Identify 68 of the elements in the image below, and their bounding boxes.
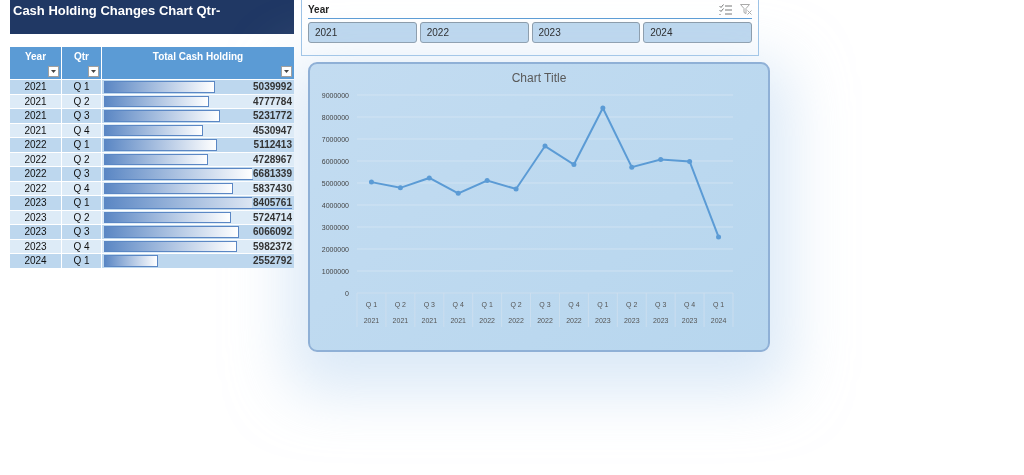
slicer-title: Year bbox=[308, 4, 330, 15]
table-cell: Q 2 bbox=[62, 210, 101, 224]
caret-icon bbox=[91, 70, 96, 73]
data-point bbox=[397, 185, 403, 191]
slicer-item[interactable]: 2022 bbox=[419, 22, 529, 43]
column-header: Year bbox=[10, 47, 61, 79]
table-cell: 2021 bbox=[10, 94, 61, 108]
filter-dropdown-button[interactable] bbox=[88, 66, 99, 77]
table-cell: Q 1 bbox=[62, 138, 101, 152]
data-point bbox=[571, 162, 577, 167]
table-cell: Q 3 bbox=[62, 109, 101, 123]
data-point bbox=[368, 179, 374, 185]
table-cell: 2023 bbox=[10, 239, 61, 253]
column-header: Total Cash Holding bbox=[102, 47, 294, 79]
table-cell: 5982372 bbox=[102, 239, 294, 253]
table-cell: 2021 bbox=[10, 109, 61, 123]
table-cell: Q 2 bbox=[62, 152, 101, 166]
slicer-item[interactable]: 2021 bbox=[308, 22, 417, 43]
table-cell: Q 1 bbox=[62, 196, 101, 210]
table-cell: 2023 bbox=[10, 225, 61, 239]
table-cell: 5724714 bbox=[102, 210, 294, 224]
table-cell: 5112413 bbox=[102, 138, 294, 152]
table-cell: Q 4 bbox=[62, 123, 101, 137]
table-cell: Q 3 bbox=[62, 167, 101, 181]
table-cell: Q 2 bbox=[62, 94, 101, 108]
data-point bbox=[513, 186, 519, 192]
table-cell: 5231772 bbox=[102, 109, 294, 123]
table-cell: Q 1 bbox=[62, 254, 101, 268]
data-point bbox=[426, 175, 432, 181]
table-cell: 5837430 bbox=[102, 181, 294, 195]
table-cell: 2023 bbox=[10, 210, 61, 224]
table-cell: Q 1 bbox=[62, 80, 101, 94]
data-point bbox=[600, 105, 606, 111]
table-cell: 8405761 bbox=[102, 196, 294, 210]
table-cell: 2022 bbox=[10, 138, 61, 152]
table-cell: 2552792 bbox=[102, 254, 294, 268]
data-point bbox=[658, 156, 664, 162]
data-point bbox=[716, 234, 722, 240]
caret-icon bbox=[51, 70, 56, 73]
table-cell: 2023 bbox=[10, 196, 61, 210]
table-cell: 2021 bbox=[10, 80, 61, 94]
table-cell: 2022 bbox=[10, 181, 61, 195]
chart-title: Chart Title bbox=[511, 71, 567, 85]
table-cell: 4728967 bbox=[102, 152, 294, 166]
table-cell: 2021 bbox=[10, 123, 61, 137]
table-cell: 4530947 bbox=[102, 123, 294, 137]
data-point bbox=[629, 164, 635, 170]
table-cell: 4777784 bbox=[102, 94, 294, 108]
data-point bbox=[455, 190, 461, 196]
table-cell: 6066092 bbox=[102, 225, 294, 239]
table-cell: 5039992 bbox=[102, 80, 294, 94]
sheet-title: Cash Holding Changes Chart Qtr- bbox=[13, 3, 221, 18]
column-header: Qtr bbox=[62, 47, 101, 79]
table-cell: Q 4 bbox=[62, 181, 101, 195]
data-point bbox=[687, 158, 693, 164]
table-cell: Q 4 bbox=[62, 239, 101, 253]
table-cell: Q 3 bbox=[62, 225, 101, 239]
caret-icon bbox=[284, 70, 289, 73]
table-cell: 2022 bbox=[10, 152, 61, 166]
table-cell: 2022 bbox=[10, 167, 61, 181]
table-cell: 6681339 bbox=[102, 167, 294, 181]
slicer-item[interactable]: 2023 bbox=[531, 22, 641, 43]
filter-dropdown-button[interactable] bbox=[48, 66, 59, 77]
data-point bbox=[484, 178, 490, 184]
data-point bbox=[542, 143, 548, 149]
slicer-item[interactable]: 2024 bbox=[643, 22, 752, 43]
filter-dropdown-button[interactable] bbox=[281, 66, 292, 77]
table-cell: 2024 bbox=[10, 254, 61, 268]
